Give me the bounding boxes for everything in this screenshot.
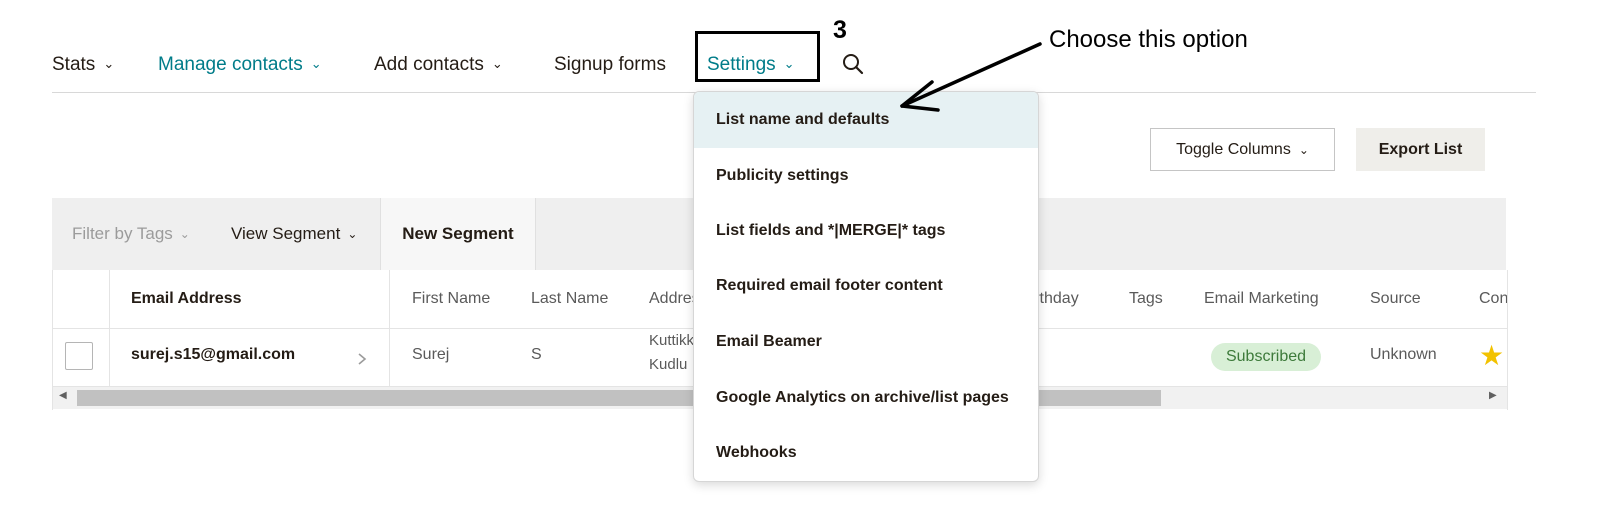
callout-text: Choose this option	[1049, 26, 1248, 53]
nav-manage-contacts[interactable]: Manage contacts ⌄	[158, 52, 322, 79]
chevron-down-icon: ⌄	[1298, 142, 1309, 157]
nav-signup-forms-label: Signup forms	[554, 54, 666, 75]
chevron-down-icon: ⌄	[491, 56, 503, 71]
menu-item-list-name-defaults[interactable]: List name and defaults	[694, 92, 1038, 148]
row-address-line1: Kuttikk	[649, 332, 695, 349]
nav-stats[interactable]: Stats ⌄	[52, 52, 114, 79]
chevron-right-icon[interactable]	[357, 352, 367, 366]
chevron-down-icon: ⌄	[103, 56, 115, 71]
toggle-columns-label: Toggle Columns	[1176, 140, 1291, 158]
scroll-left-arrow-icon[interactable]: ◀	[59, 390, 67, 401]
export-list-label: Export List	[1378, 140, 1463, 158]
row-select-checkbox[interactable]	[65, 342, 93, 370]
nav-stats-label: Stats	[52, 54, 96, 75]
new-segment-button[interactable]: New Segment	[380, 198, 536, 270]
row-source: Unknown	[1370, 346, 1437, 363]
column-header-contact-rating[interactable]: Con	[1479, 270, 1507, 328]
filter-by-tags-label: Filter by Tags	[72, 224, 173, 243]
menu-item-publicity-settings[interactable]: Publicity settings	[694, 148, 1038, 204]
view-segment-label: View Segment	[231, 224, 341, 243]
menu-item-webhooks[interactable]: Webhooks	[694, 425, 1038, 481]
column-divider	[389, 270, 390, 328]
settings-highlight-box	[695, 31, 820, 82]
nav-manage-contacts-label: Manage contacts	[158, 54, 303, 75]
row-last-name: S	[531, 346, 542, 363]
chevron-down-icon: ⌄	[310, 56, 322, 71]
status-badge: Subscribed	[1211, 343, 1321, 371]
search-icon[interactable]	[842, 53, 864, 75]
filter-by-tags-dropdown[interactable]: Filter by Tags ⌄	[72, 198, 190, 270]
row-address-line2: Kudlu	[649, 356, 688, 373]
column-divider	[109, 270, 110, 328]
column-header-email[interactable]: Email Address	[131, 270, 242, 328]
row-email[interactable]: surej.s15@gmail.com	[131, 346, 295, 364]
nav-signup-forms[interactable]: Signup forms	[554, 52, 666, 78]
chevron-down-icon: ⌄	[179, 227, 190, 241]
column-divider	[389, 328, 390, 386]
star-icon[interactable]: ★	[1479, 339, 1504, 372]
column-divider	[109, 328, 110, 386]
toggle-columns-button[interactable]: Toggle Columns ⌄	[1150, 128, 1335, 171]
nav-add-contacts-label: Add contacts	[374, 54, 484, 75]
nav-add-contacts[interactable]: Add contacts ⌄	[374, 52, 503, 79]
menu-item-email-beamer[interactable]: Email Beamer	[694, 314, 1038, 370]
row-first-name: Surej	[412, 346, 450, 363]
column-header-last-name[interactable]: Last Name	[531, 270, 608, 328]
view-segment-dropdown[interactable]: View Segment ⌄	[231, 198, 357, 270]
scroll-right-arrow-icon[interactable]: ▶	[1489, 390, 1497, 401]
column-header-tags[interactable]: Tags	[1129, 270, 1163, 328]
column-header-first-name[interactable]: First Name	[412, 270, 490, 328]
step-number: 3	[833, 16, 847, 44]
column-header-email-marketing[interactable]: Email Marketing	[1204, 270, 1319, 328]
chevron-down-icon: ⌄	[347, 227, 358, 241]
export-list-button[interactable]: Export List	[1356, 128, 1485, 171]
menu-item-required-footer[interactable]: Required email footer content	[694, 258, 1038, 314]
column-header-source[interactable]: Source	[1370, 270, 1421, 328]
settings-dropdown-menu: List name and defaults Publicity setting…	[693, 91, 1039, 482]
menu-item-list-fields-merge-tags[interactable]: List fields and *|MERGE|* tags	[694, 203, 1038, 259]
new-segment-label: New Segment	[402, 224, 514, 243]
menu-item-google-analytics[interactable]: Google Analytics on archive/list pages	[694, 370, 1038, 426]
